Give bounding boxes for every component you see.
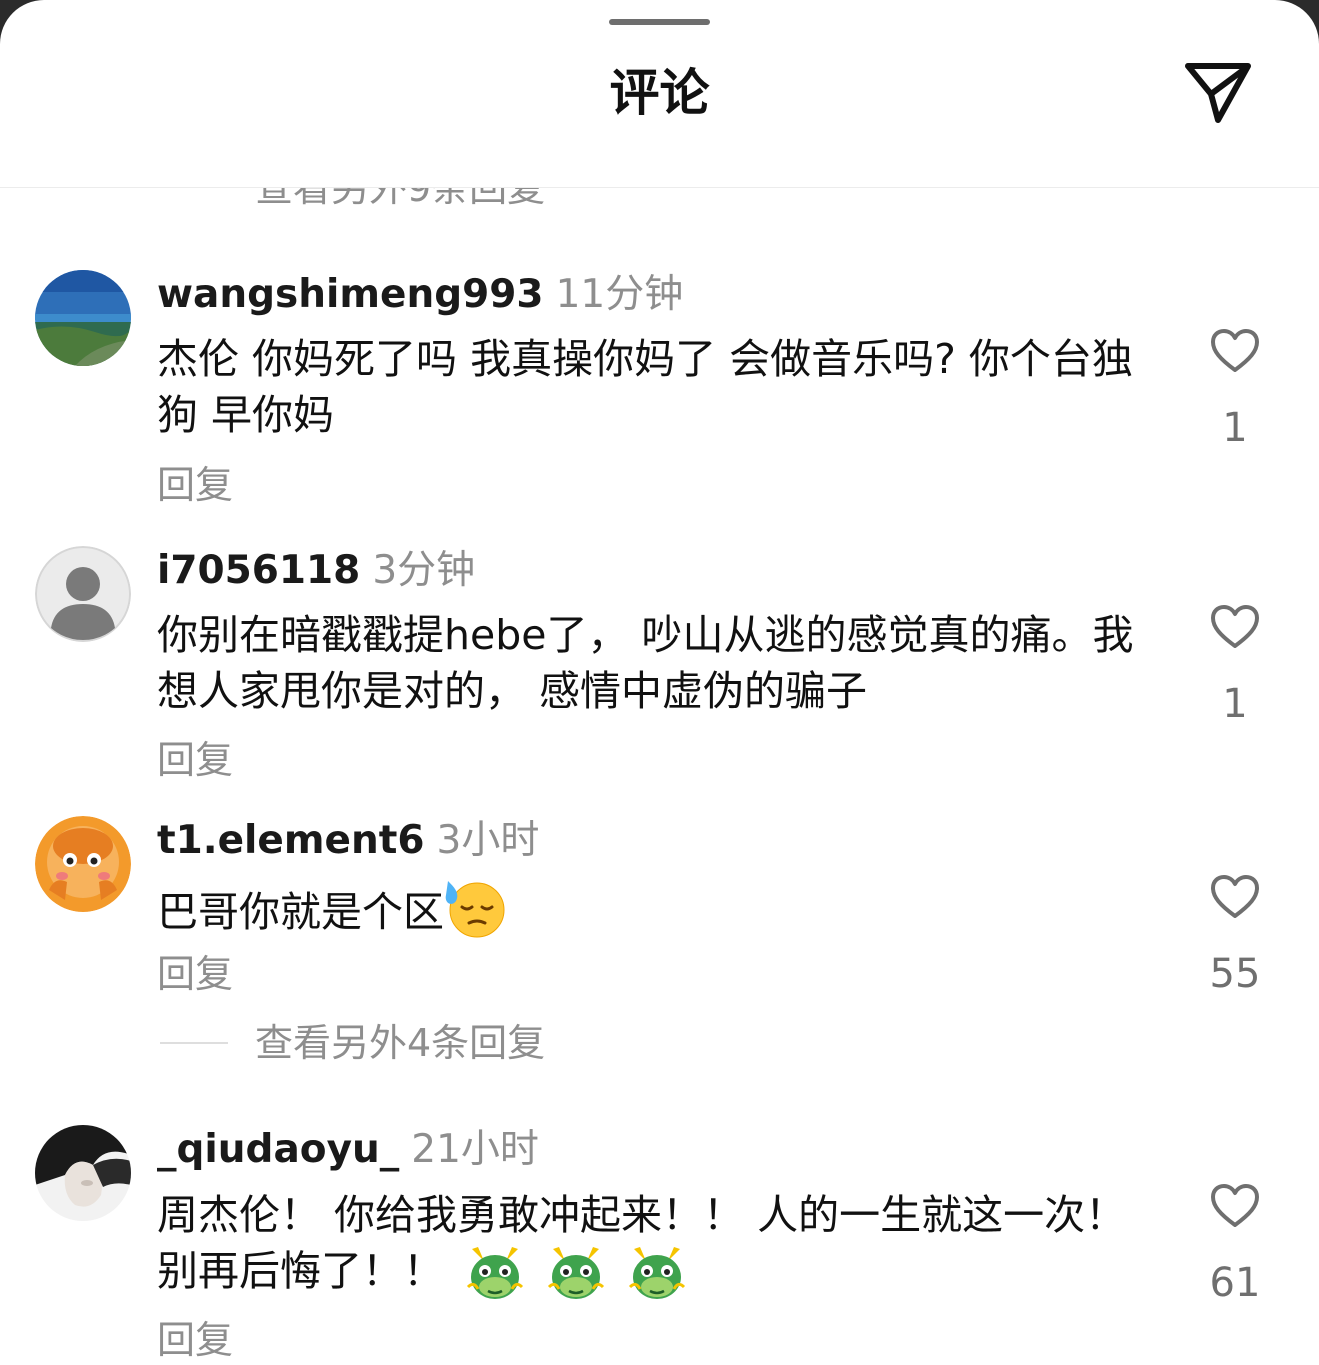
- like-count: 1: [1222, 681, 1248, 727]
- reply-button[interactable]: 回复: [157, 463, 233, 507]
- sheet-title: 评论: [609, 64, 710, 122]
- reply-button[interactable]: 回复: [157, 738, 233, 782]
- comment-text: 周杰伦！ 你给我勇敢冲起来！！ 人的一生就这一次！ 别再后悔了！！: [157, 1187, 1147, 1305]
- heart-icon: [1211, 1184, 1259, 1227]
- avatar[interactable]: [35, 546, 131, 642]
- view-more-replies-clipped[interactable]: 查看另外9条回复: [0, 188, 1319, 210]
- comment-text-content: 巴哥你就是个区: [157, 888, 444, 936]
- comment-header: _qiudaoyu_ 21小时: [157, 1125, 539, 1182]
- username[interactable]: _qiudaoyu_: [157, 1127, 399, 1172]
- downcast-sweat-emoji: [445, 881, 505, 938]
- paper-plane-icon: [1185, 63, 1251, 123]
- username[interactable]: i7056118: [157, 548, 360, 593]
- heart-icon: [1211, 329, 1259, 372]
- comment-time: 3分钟: [372, 548, 476, 593]
- comment-time: 21小时: [411, 1127, 539, 1172]
- like-button[interactable]: [1210, 328, 1260, 374]
- like-button[interactable]: [1210, 874, 1260, 920]
- emoji-group: [464, 1243, 694, 1305]
- comment-time: 11分钟: [555, 272, 684, 317]
- like-count: 1: [1222, 405, 1248, 451]
- comment-text: 杰伦 你妈死了吗 我真操你妈了 会做音乐吗? 你个台独狗 早你妈: [157, 335, 1133, 439]
- comment-text: 巴哥你就是个区: [157, 877, 1147, 953]
- portrait-photo-avatar: [35, 1125, 131, 1221]
- share-button[interactable]: [1180, 58, 1256, 128]
- reply-button[interactable]: 回复: [157, 1318, 233, 1362]
- comment-text: 你别在暗戳戳提hebe了， 吵山从逃的感觉真的痛。我想人家甩你是对的， 感情中虚…: [157, 611, 1134, 715]
- username[interactable]: t1.element6: [157, 818, 425, 863]
- ocean-landscape-avatar: [35, 270, 131, 366]
- username[interactable]: wangshimeng993: [157, 272, 544, 317]
- heart-icon: [1211, 605, 1259, 648]
- heart-icon: [1211, 875, 1259, 918]
- avatar[interactable]: [35, 1125, 131, 1221]
- comment-time: 3小时: [436, 818, 540, 863]
- comment-header: wangshimeng993 11分钟: [157, 270, 683, 327]
- like-button[interactable]: [1210, 604, 1260, 650]
- dragon-face-emoji: [547, 1247, 605, 1299]
- drag-handle[interactable]: [609, 19, 710, 25]
- like-count: 61: [1209, 1260, 1261, 1306]
- view-more-replies-label: 查看另外4条回复: [255, 1021, 546, 1065]
- dragon-face-emoji: [466, 1247, 524, 1299]
- comments-sheet: 评论 查看另外9条回复 wangshimeng993 11分钟 杰伦 你妈死了吗 …: [0, 0, 1319, 1365]
- avatar[interactable]: [35, 816, 131, 912]
- default-user-avatar: [35, 546, 131, 642]
- like-count: 55: [1209, 951, 1261, 997]
- like-button[interactable]: [1210, 1183, 1260, 1229]
- emoji: [444, 877, 506, 953]
- comment-header: t1.element6 3小时: [157, 816, 539, 873]
- dragon-face-emoji: [629, 1247, 686, 1299]
- divider-line: [160, 1042, 228, 1044]
- cartoon-character-avatar: [35, 816, 131, 912]
- comment-header: i7056118 3分钟: [157, 546, 475, 603]
- reply-button[interactable]: 回复: [157, 952, 233, 996]
- avatar[interactable]: [35, 270, 131, 366]
